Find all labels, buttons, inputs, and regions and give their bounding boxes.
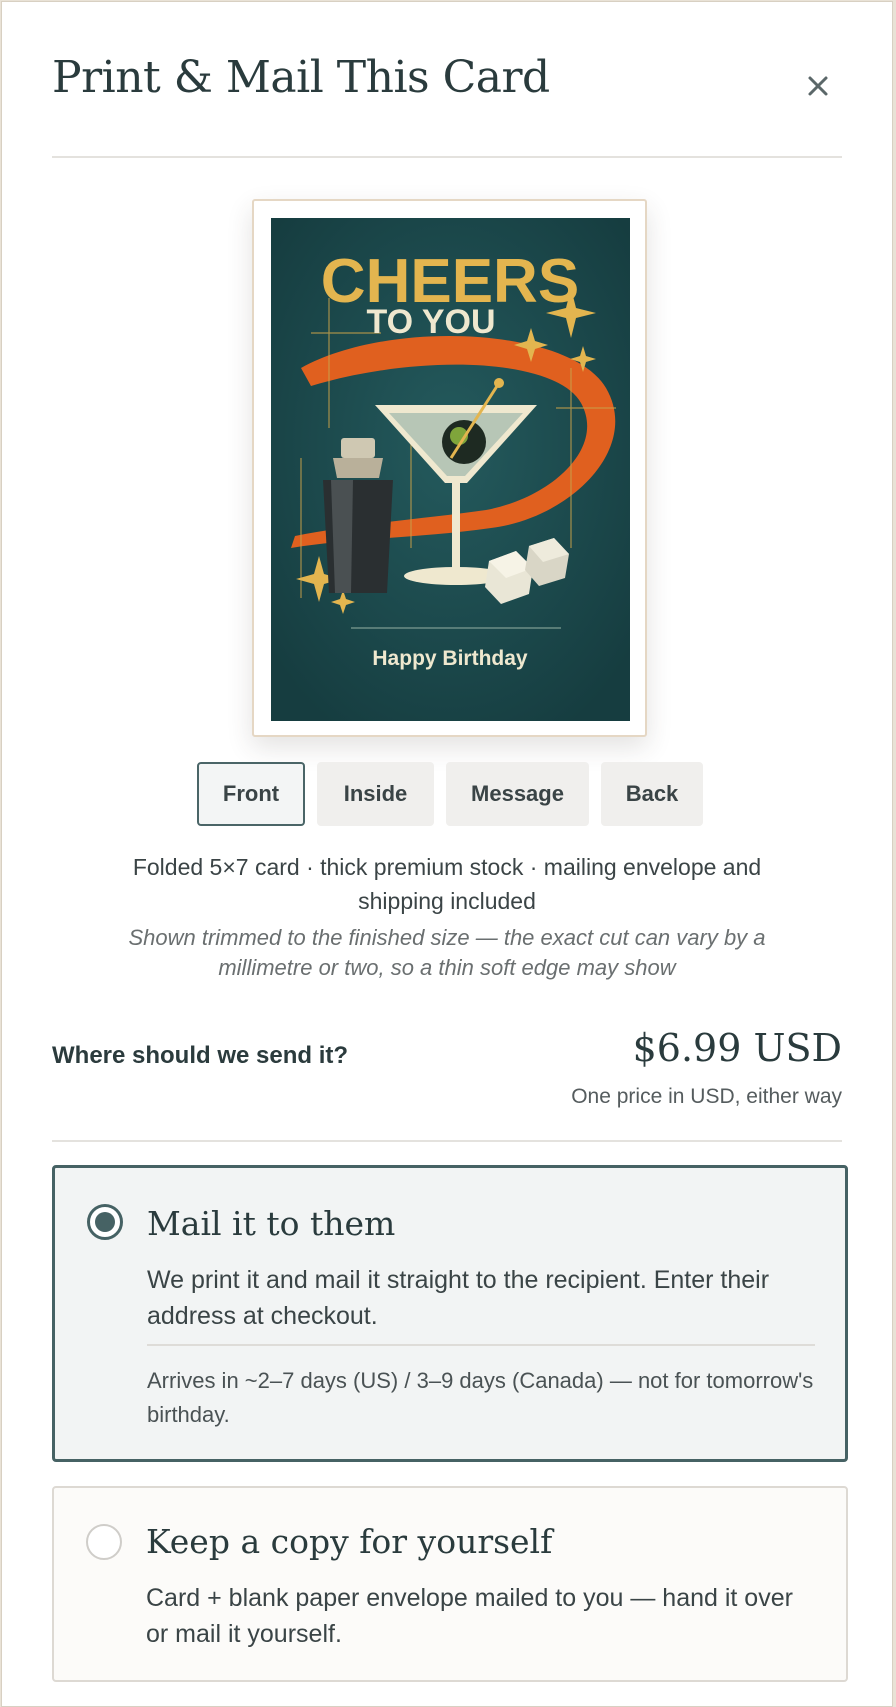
card-front-image: CHEERS TO YOU Happy Birthday <box>271 218 630 721</box>
option-title: Keep a copy for yourself <box>146 1522 553 1561</box>
option-description: Card + blank paper envelope mailed to yo… <box>146 1584 793 1648</box>
radio-selected-dot <box>95 1212 115 1232</box>
shipping-header: Where should we send it? $6.99 USD One p… <box>52 1026 842 1142</box>
tab-front[interactable]: Front <box>197 762 305 826</box>
price-note: One price in USD, either way <box>571 1085 842 1108</box>
card-subheadline: TO YOU <box>366 303 495 341</box>
delivery-estimate: Arrives in ~2–7 days (US) / 3–9 days (Ca… <box>147 1368 814 1427</box>
trim-note: Shown trimmed to the finished size — the… <box>128 925 766 980</box>
modal-header: Print & Mail This Card <box>52 42 842 158</box>
divider <box>147 1344 815 1346</box>
modal-title: Print & Mail This Card <box>52 52 550 103</box>
option-description: We print it and mail it straight to the … <box>147 1266 770 1330</box>
card-view-tabs: Front Inside Message Back <box>2 762 896 826</box>
send-question: Where should we send it? <box>52 1042 349 1069</box>
tab-back[interactable]: Back <box>601 762 703 826</box>
price: $6.99 USD <box>632 1026 842 1070</box>
print-mail-modal: Print & Mail This Card CHEERS TO YOU Hap… <box>1 1 893 1707</box>
tab-message[interactable]: Message <box>446 762 589 826</box>
radio-keep-copy[interactable] <box>86 1524 122 1560</box>
option-keep-copy[interactable]: Keep a copy for yourself Card + blank pa… <box>52 1486 848 1682</box>
close-icon[interactable] <box>798 66 838 106</box>
card-caption: Happy Birthday <box>372 647 528 670</box>
card-preview-frame: CHEERS TO YOU Happy Birthday <box>252 199 647 737</box>
option-title: Mail it to them <box>147 1204 396 1243</box>
card-description: Folded 5×7 card · thick premium stock · … <box>132 854 762 914</box>
option-mail-to-them[interactable]: Mail it to them We print it and mail it … <box>52 1165 848 1462</box>
radio-mail-to-them[interactable] <box>87 1204 123 1240</box>
tab-inside[interactable]: Inside <box>317 762 434 826</box>
